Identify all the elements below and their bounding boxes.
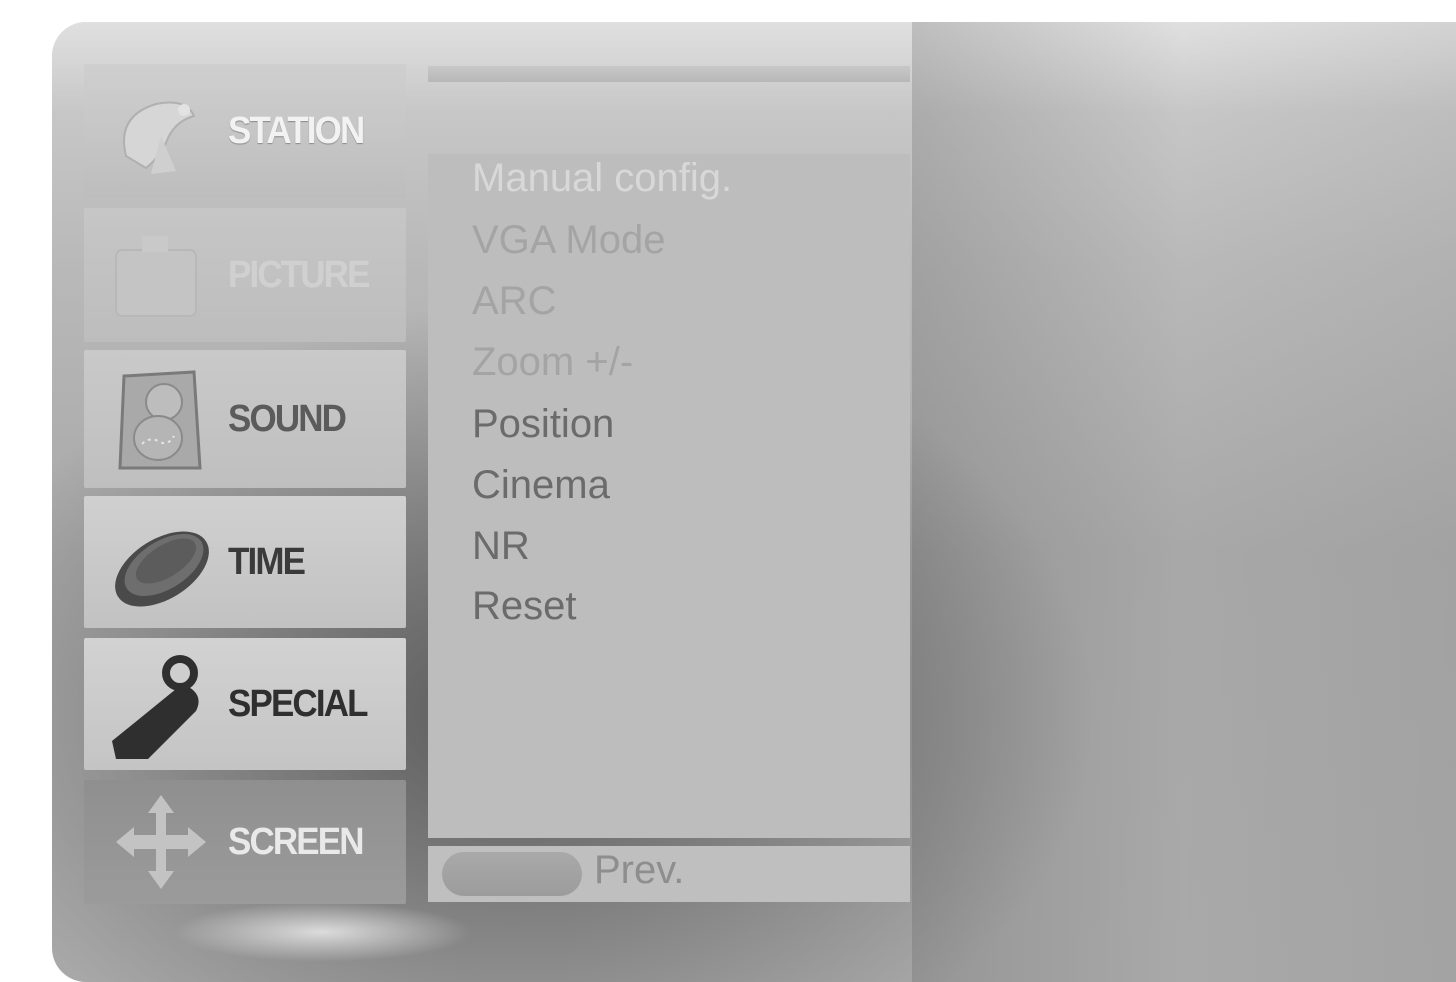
- tv-icon: [115, 236, 197, 317]
- sidebar-item-label: SOUND: [228, 397, 347, 440]
- menu-item-nr[interactable]: NR: [472, 524, 530, 569]
- footer-bar: Prev.: [428, 846, 910, 902]
- sidebar-item-label: PICTURE: [228, 253, 370, 296]
- sidebar-item-station[interactable]: STATION: [84, 64, 406, 198]
- frame-shade: [912, 22, 1456, 982]
- prev-label: Prev.: [594, 848, 685, 892]
- menu-item-zoom[interactable]: Zoom +/-: [472, 340, 633, 385]
- sidebar-item-label: SPECIAL: [228, 682, 368, 725]
- tag-icon: [112, 655, 199, 759]
- sidebar-item-sound[interactable]: SOUND: [84, 350, 406, 488]
- sidebar-item-picture[interactable]: PICTURE: [84, 208, 406, 342]
- menu-item-cinema[interactable]: Cinema: [472, 463, 610, 508]
- submenu-panel: Manual config. VGA Mode ARC Zoom +/- Pos…: [428, 154, 910, 838]
- sidebar-item-label: STATION: [228, 109, 365, 152]
- sidebar-item-label: TIME: [228, 540, 306, 583]
- sidebar-item-screen[interactable]: SCREEN: [84, 780, 406, 904]
- menu-item-arc[interactable]: ARC: [472, 279, 556, 324]
- menu-item-manual-config[interactable]: Manual config.: [472, 156, 732, 201]
- sidebar-item-time[interactable]: TIME: [84, 496, 406, 628]
- sidebar-item-label: SCREEN: [228, 820, 365, 863]
- title-strip: [428, 66, 910, 82]
- menu-item-reset[interactable]: Reset: [472, 584, 577, 629]
- speaker-icon: [118, 370, 202, 470]
- sidebar-item-special[interactable]: SPECIAL: [84, 638, 406, 770]
- prev-button[interactable]: [442, 852, 582, 896]
- clock-icon: [115, 531, 209, 607]
- frame-glow: [172, 902, 472, 962]
- menu-item-position[interactable]: Position: [472, 402, 614, 447]
- move-arrows-icon: [116, 795, 206, 889]
- satellite-dish-icon: [123, 101, 196, 174]
- menu-item-vga-mode[interactable]: VGA Mode: [472, 218, 665, 263]
